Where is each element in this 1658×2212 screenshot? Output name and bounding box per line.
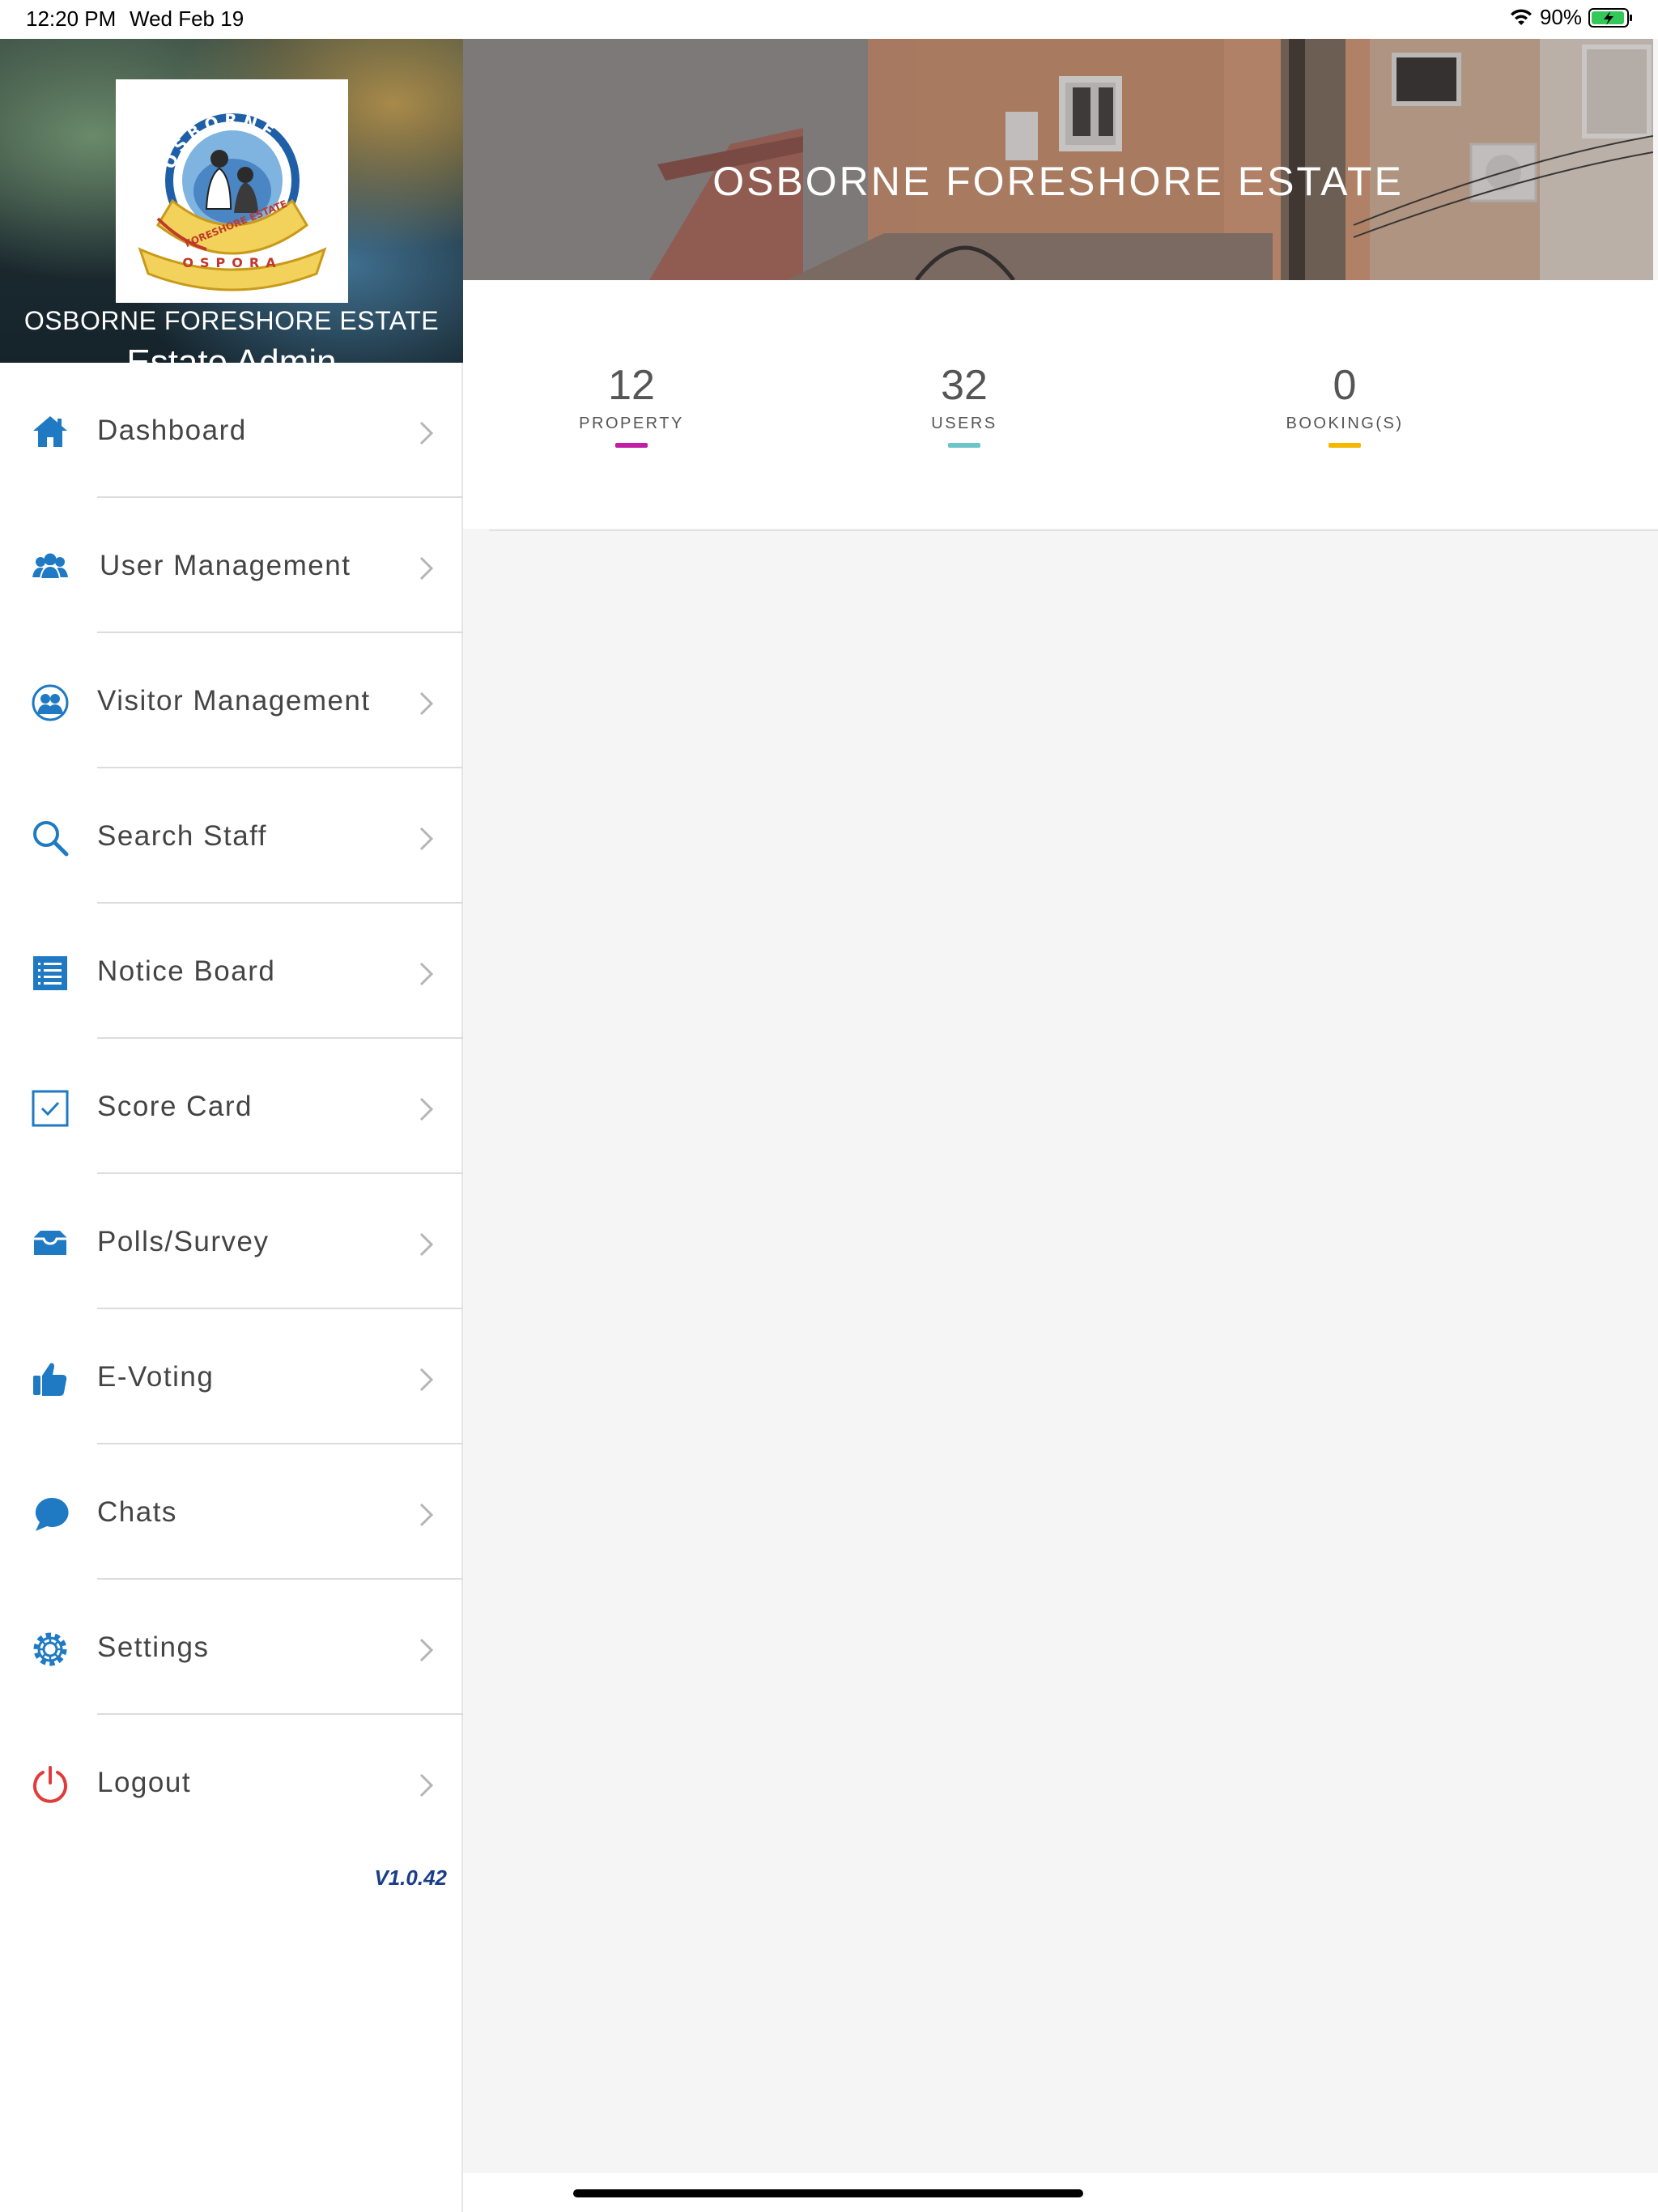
stat-accent-bar	[615, 443, 648, 448]
chevron-right-icon	[419, 421, 434, 445]
chevron-right-icon	[419, 1097, 434, 1121]
stat-value: 12	[608, 362, 655, 409]
sidebar-item-label: Search Staff	[97, 820, 267, 852]
chevron-right-icon	[419, 827, 434, 851]
stat-accent-bar	[1329, 443, 1361, 448]
sidebar-item-label: Logout	[97, 1767, 192, 1798]
inbox-icon	[34, 1231, 66, 1255]
sidebar-item-score-card[interactable]: Score Card	[0, 1039, 463, 1174]
sidebar-item-logout[interactable]: Logout	[0, 1715, 463, 1850]
sidebar-item-label: E-Voting	[97, 1361, 215, 1393]
stat-property[interactable]: 12 PROPERTY	[534, 361, 729, 448]
sidebar-item-visitor-management[interactable]: Visitor Management	[0, 633, 463, 768]
power-icon	[33, 1766, 67, 1803]
search-icon	[33, 821, 69, 857]
notice-list-icon	[33, 956, 67, 990]
stat-accent-bar	[948, 443, 980, 448]
gear-icon	[33, 1632, 67, 1666]
chevron-right-icon	[419, 691, 434, 716]
status-right: 90%	[1509, 5, 1634, 30]
sidebar-role: Estate Admin	[126, 342, 337, 363]
chevron-right-icon	[419, 1773, 434, 1797]
battery-charging-icon	[1588, 7, 1632, 28]
sidebar-item-chats[interactable]: Chats	[0, 1444, 463, 1580]
chevron-right-icon	[419, 1638, 434, 1662]
stat-bookings[interactable]: 0 BOOKING(S)	[1248, 361, 1442, 448]
main-content: OSBORNE FORESHORE ESTATE 12 PROPERTY 32 …	[463, 39, 1658, 2173]
chevron-right-icon	[419, 962, 434, 986]
svg-text:OSPORA: OSPORA	[182, 255, 282, 270]
sidebar-item-search-staff[interactable]: Search Staff	[0, 768, 463, 904]
wifi-icon	[1510, 8, 1532, 25]
banner-title: OSBORNE FORESHORE ESTATE	[712, 159, 1404, 204]
stats-panel: 12 PROPERTY 32 USERS 0 BOOKING(S)	[463, 280, 1658, 529]
sidebar-item-label: Notice Board	[97, 955, 276, 987]
status-date: Wed Feb 19	[130, 6, 244, 31]
estate-banner: OSBORNE FORESHORE ESTATE	[463, 39, 1653, 280]
chat-icon	[35, 1497, 69, 1531]
sidebar: OSBORNE OSPORA FORESHORE ESTATE OSBORNE …	[0, 39, 463, 2212]
estate-logo-emblem: OSBORNE OSPORA FORESHORE ESTATE	[138, 110, 327, 291]
stat-value: 32	[941, 362, 988, 409]
battery-percent: 90%	[1539, 5, 1582, 29]
sidebar-item-label: Polls/Survey	[97, 1226, 270, 1257]
sidebar-header: OSBORNE OSPORA FORESHORE ESTATE OSBORNE …	[0, 39, 463, 363]
stat-users[interactable]: 32 USERS	[867, 361, 1061, 448]
stats-divider	[489, 530, 1658, 531]
app-version: V1.0.42	[374, 1865, 447, 1890]
stat-label: BOOKING(S)	[1286, 415, 1404, 432]
sidebar-item-notice-board[interactable]: Notice Board	[0, 904, 463, 1039]
chevron-right-icon	[419, 1232, 434, 1257]
status-time: 12:20 PM	[26, 6, 117, 31]
status-bar: 12:20 PM Wed Feb 19 90%	[0, 0, 1658, 39]
home-indicator[interactable]	[573, 2189, 1083, 2197]
sidebar-item-settings[interactable]: Settings	[0, 1580, 463, 1715]
checkbox-icon	[32, 1090, 69, 1127]
stat-label: PROPERTY	[579, 415, 684, 432]
visitors-icon	[32, 684, 69, 721]
sidebar-item-label: Visitor Management	[97, 685, 371, 717]
estate-logo: OSBORNE OSPORA FORESHORE ESTATE	[116, 79, 348, 303]
sidebar-item-label: Settings	[97, 1631, 210, 1663]
sidebar-item-e-voting[interactable]: E-Voting	[0, 1309, 463, 1444]
sidebar-item-polls-survey[interactable]: Polls/Survey	[0, 1174, 463, 1309]
sidebar-item-user-management[interactable]: User Management	[0, 498, 463, 633]
sidebar-item-label: Chats	[97, 1496, 177, 1528]
stat-label: USERS	[931, 415, 997, 432]
chevron-right-icon	[419, 556, 434, 581]
stat-value: 0	[1333, 362, 1357, 409]
sidebar-item-label: User Management	[100, 550, 351, 581]
chevron-right-icon	[419, 1503, 434, 1527]
home-icon	[33, 416, 67, 447]
chevron-right-icon	[419, 1368, 434, 1392]
sidebar-item-dashboard[interactable]: Dashboard	[0, 363, 463, 498]
sidebar-menu: Dashboard User Management Visitor Manage…	[0, 363, 463, 1850]
sidebar-estate-name: OSBORNE FORESHORE ESTATE	[23, 306, 440, 335]
sidebar-item-label: Dashboard	[97, 415, 247, 446]
sidebar-item-label: Score Card	[97, 1091, 253, 1122]
users-icon	[32, 553, 68, 580]
thumbs-up-icon	[33, 1363, 67, 1396]
